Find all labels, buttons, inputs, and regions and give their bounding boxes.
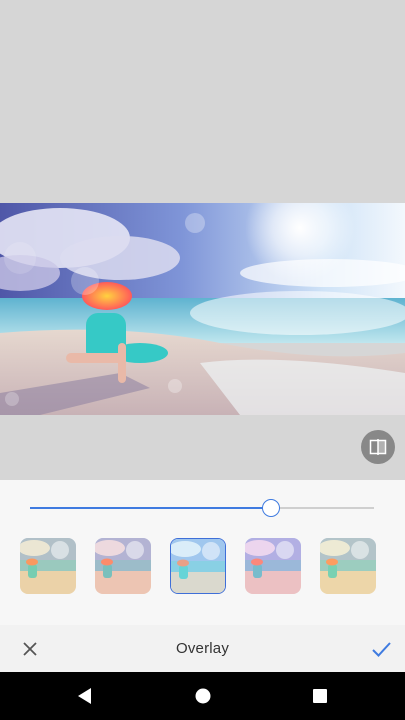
slider-fill	[30, 507, 271, 509]
compare-icon	[369, 439, 387, 455]
tool-title: Overlay	[175, 640, 230, 657]
tool-panel	[0, 480, 405, 625]
filter-thumbnail-5[interactable]	[320, 538, 376, 594]
slider-thumb[interactable]	[261, 499, 280, 517]
compare-button[interactable]	[361, 430, 395, 464]
filter-thumbnail-2[interactable]	[95, 538, 151, 594]
check-icon	[372, 642, 391, 657]
nav-back-button[interactable]	[75, 686, 95, 706]
nav-recents-icon	[313, 689, 327, 703]
action-bar: Overlay	[0, 625, 405, 672]
image-canvas	[0, 0, 405, 480]
nav-home-icon	[195, 688, 211, 704]
cancel-button[interactable]	[18, 637, 42, 661]
nav-back-icon	[78, 688, 91, 704]
close-icon	[23, 642, 37, 656]
system-nav-bar	[0, 672, 405, 720]
filter-thumbnail-3[interactable]	[170, 538, 226, 594]
overlay-filter-list	[0, 538, 405, 596]
filter-thumbnail-1[interactable]	[20, 538, 76, 594]
intensity-slider[interactable]	[30, 499, 374, 517]
nav-home-button[interactable]	[193, 686, 213, 706]
filter-thumbnail-4[interactable]	[245, 538, 301, 594]
apply-button[interactable]	[369, 637, 393, 661]
nav-recents-button[interactable]	[310, 686, 330, 706]
edited-photo	[0, 203, 405, 415]
